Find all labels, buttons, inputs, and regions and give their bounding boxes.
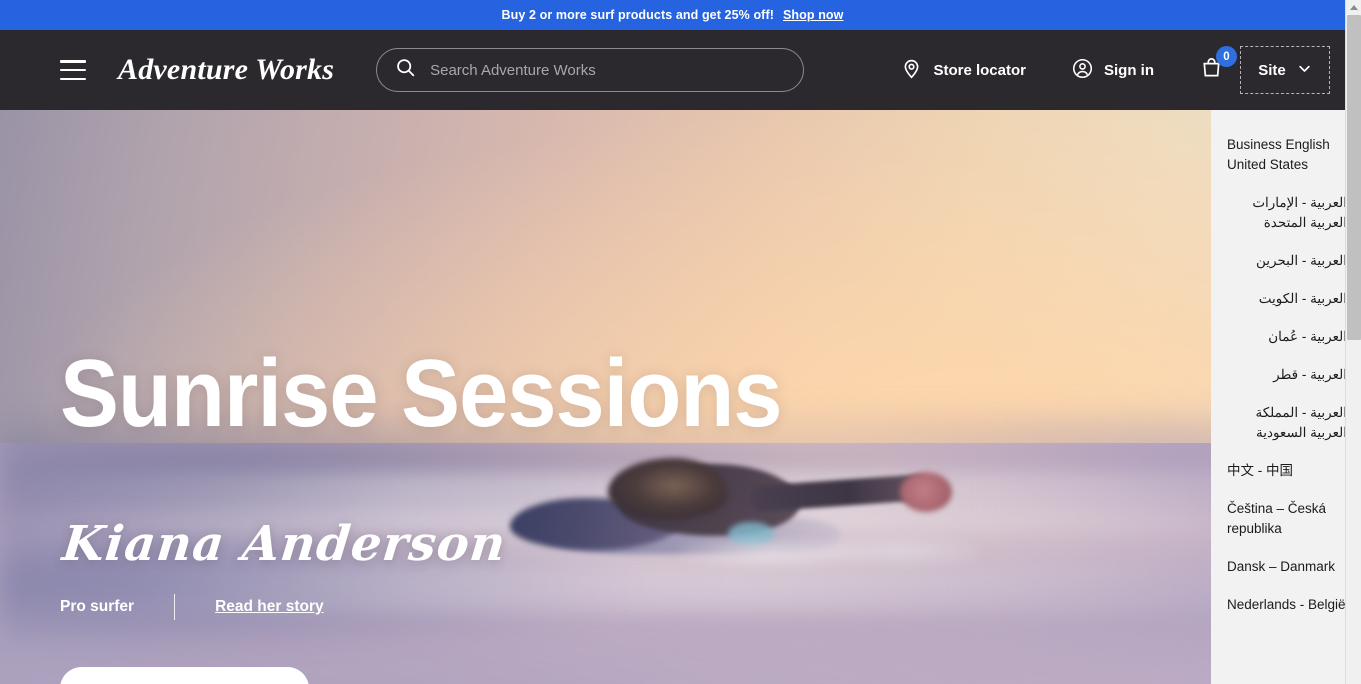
- promo-banner: Buy 2 or more surf products and get 25% …: [0, 0, 1345, 30]
- hero-meta-divider: [174, 594, 176, 620]
- site-option-dutch-belgium[interactable]: Nederlands - België: [1211, 586, 1361, 624]
- site-option-business-english-united-states[interactable]: Business English United States: [1211, 126, 1361, 184]
- site-option-arabic-oman[interactable]: العربية - عُمان: [1211, 318, 1361, 356]
- cart-button[interactable]: 0: [1200, 46, 1237, 84]
- sign-in-button[interactable]: Sign in: [1072, 58, 1154, 83]
- hero-signature: Kiana Anderson: [59, 516, 509, 572]
- search-box[interactable]: [376, 48, 805, 92]
- search-input[interactable]: [430, 61, 786, 79]
- brand-logo[interactable]: Adventure Works: [118, 53, 334, 87]
- store-locator-label: Store locator: [933, 61, 1026, 79]
- shop-surfboards-button[interactable]: SHOP SURFBOARDS: [60, 667, 309, 684]
- map-pin-icon: [901, 58, 922, 83]
- user-circle-icon: [1072, 58, 1093, 83]
- header-actions: Store locator Sign in 0 Site: [901, 46, 1345, 94]
- site-option-arabic-qatar[interactable]: العربية - قطر: [1211, 356, 1361, 394]
- scroll-up-arrow-icon[interactable]: [1346, 0, 1361, 14]
- site-picker-label: Site: [1258, 61, 1286, 79]
- site-option-arabic-kuwait[interactable]: العربية - الكويت: [1211, 280, 1361, 318]
- hero-copy: Sunrise Sessions Kiana Anderson Pro surf…: [60, 110, 960, 684]
- site-picker-button[interactable]: Site: [1240, 46, 1330, 94]
- browser-scrollbar[interactable]: [1345, 0, 1361, 684]
- promo-shop-now-link[interactable]: Shop now: [783, 8, 844, 22]
- site-option-czech-czech-republic[interactable]: Čeština – Česká republika: [1211, 490, 1361, 548]
- site-dropdown-menu: Business English United States العربية -…: [1211, 110, 1361, 684]
- sign-in-label: Sign in: [1104, 61, 1154, 79]
- hero-section: Sunrise Sessions Kiana Anderson Pro surf…: [0, 110, 1345, 684]
- browser-viewport: Buy 2 or more surf products and get 25% …: [0, 0, 1361, 684]
- site-option-arabic-bahrain[interactable]: العربية - البحرين: [1211, 242, 1361, 280]
- store-locator-button[interactable]: Store locator: [901, 58, 1026, 83]
- page-content: Buy 2 or more surf products and get 25% …: [0, 0, 1345, 684]
- cart-count-badge: 0: [1216, 46, 1237, 67]
- hero-title: Sunrise Sessions: [60, 340, 783, 447]
- site-header: Adventure Works Search Adventure Works S…: [0, 30, 1345, 110]
- scrollbar-thumb[interactable]: [1347, 15, 1361, 340]
- hero-meta: Pro surfer Read her story: [60, 594, 324, 620]
- chevron-down-icon: [1297, 61, 1312, 80]
- hero-role-label: Pro surfer: [60, 598, 135, 615]
- read-her-story-link[interactable]: Read her story: [215, 598, 324, 616]
- site-option-arabic-saudi-arabia[interactable]: العربية - المملكة العربية السعودية: [1211, 394, 1361, 452]
- site-option-arabic-uae[interactable]: العربية - الإمارات العربية المتحدة: [1211, 184, 1361, 242]
- site-option-danish-denmark[interactable]: Dansk – Danmark: [1211, 548, 1361, 586]
- hamburger-menu-icon[interactable]: [60, 60, 86, 80]
- promo-banner-text: Buy 2 or more surf products and get 25% …: [501, 8, 774, 22]
- site-option-chinese-china[interactable]: 中文 - 中国: [1211, 452, 1361, 490]
- search-icon: [395, 57, 416, 83]
